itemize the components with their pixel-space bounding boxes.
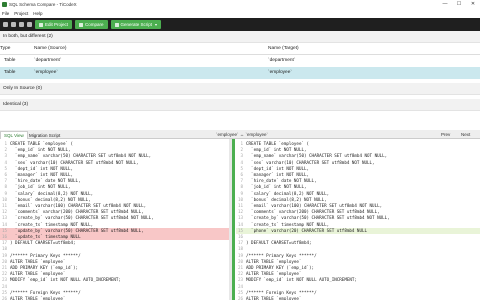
comparison-title: `employee` ↔ `employee` <box>216 132 269 137</box>
script-icon <box>114 22 119 27</box>
save-as-icon[interactable] <box>27 22 32 27</box>
diff-gutter <box>232 139 235 300</box>
line-number: 26 <box>1 296 7 300</box>
row-source-name: `employee` <box>34 70 58 75</box>
compare-label: Compare <box>85 22 104 27</box>
next-button[interactable]: Next <box>461 132 470 137</box>
prev-button[interactable]: Prev <box>441 132 450 137</box>
col-type-header[interactable]: Type <box>0 46 10 51</box>
section-changed-header[interactable]: In both, but different (2) <box>0 31 480 43</box>
toolbar: Edit Project Compare Generate Script ▾ <box>0 18 480 31</box>
generate-script-button[interactable]: Generate Script ▾ <box>110 20 162 29</box>
line-number: 26 <box>237 296 243 300</box>
edit-project-button[interactable]: Edit Project <box>35 20 73 29</box>
edit-icon <box>39 22 43 27</box>
empty-area <box>0 112 480 130</box>
tab-sql-view[interactable]: SQL View <box>0 131 28 139</box>
window-controls: — ☐ ✕ <box>438 0 480 8</box>
compare-icon <box>79 22 84 27</box>
menu-file[interactable]: File <box>2 11 9 16</box>
code-line: 26 ALTER TABLE `employee` <box>0 296 229 300</box>
new-project-icon[interactable] <box>3 22 8 27</box>
window-title: SQL Schema Compare - TiCodeX <box>9 1 77 7</box>
results-table-header: Type Name (Source) Name (Target) <box>0 43 480 55</box>
code-text: ALTER TABLE `employee` <box>10 296 66 300</box>
col-source-header[interactable]: Name (Source) <box>34 46 67 51</box>
code-line: 26 ALTER TABLE `employee` <box>236 296 480 300</box>
section-identical-header[interactable]: Identical (3) <box>0 99 480 111</box>
row-type: Table <box>4 58 16 63</box>
tab-migration-script[interactable]: Migration Script <box>26 131 63 139</box>
source-sql-pane[interactable]: 1 CREATE TABLE `employee` (2 `emp_id` int… <box>0 139 229 300</box>
maximize-icon[interactable]: ☐ <box>452 0 466 8</box>
generate-script-label: Generate Script <box>120 22 153 27</box>
section-changed-label: In both, but different (2) <box>3 34 53 39</box>
save-project-icon[interactable] <box>19 22 24 27</box>
open-project-icon[interactable] <box>11 22 16 27</box>
close-icon[interactable]: ✕ <box>466 0 480 8</box>
row-target-name: `department` <box>268 58 296 63</box>
table-row[interactable]: Table `department` `department` <box>0 55 480 67</box>
table-row-selected[interactable]: Table `employee` `employee` <box>0 67 480 79</box>
menu-help[interactable]: Help <box>33 11 42 16</box>
app-icon <box>2 1 7 7</box>
section-only-in-source-label: Only In Source (0) <box>3 86 42 91</box>
menu-project[interactable]: Project <box>14 11 28 16</box>
minimize-icon[interactable]: — <box>438 0 452 8</box>
title-bar: SQL Schema Compare - TiCodeX <box>0 0 480 8</box>
row-source-name: `department` <box>34 58 62 63</box>
chevron-down-icon[interactable]: ▾ <box>155 22 157 27</box>
edit-project-label: Edit Project <box>45 22 69 27</box>
target-sql-pane[interactable]: 1 CREATE TABLE `employee` (2 `emp_id` int… <box>236 139 480 300</box>
menu-bar: File Project Help <box>0 8 480 18</box>
tabs-bar: SQL View Migration Script `employee` ↔ `… <box>0 130 480 139</box>
row-target-name: `employee` <box>268 70 292 75</box>
col-target-header[interactable]: Name (Target) <box>268 46 299 51</box>
compare-button[interactable]: Compare <box>75 20 108 29</box>
code-text: ALTER TABLE `employee` <box>246 296 302 300</box>
row-type: Table <box>4 70 16 75</box>
section-identical-label: Identical (3) <box>3 102 29 107</box>
section-only-in-source-header[interactable]: Only In Source (0) <box>0 83 480 95</box>
